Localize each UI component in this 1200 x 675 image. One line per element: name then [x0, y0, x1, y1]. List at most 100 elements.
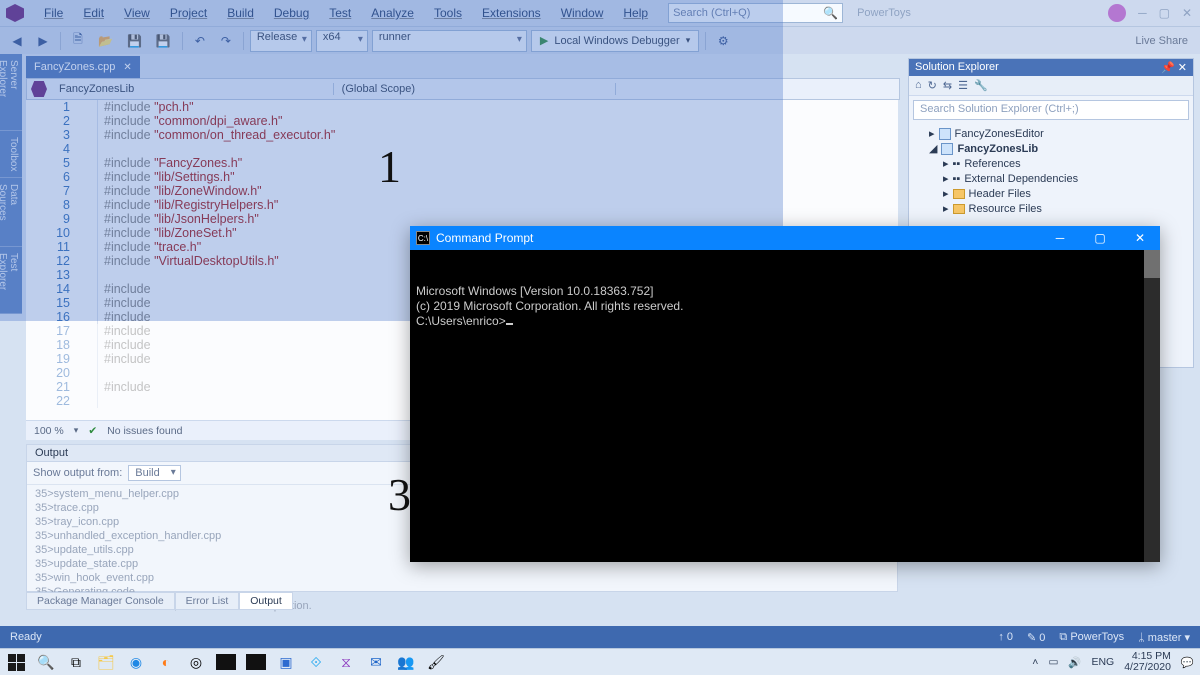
chrome-icon[interactable]: ◎	[186, 652, 206, 672]
toolbar-button[interactable]: ⚙	[712, 30, 734, 52]
menu-test[interactable]: Test	[319, 2, 361, 24]
firefox-icon[interactable]: ◐	[156, 652, 176, 672]
open-button[interactable]: 📂	[93, 30, 118, 52]
language-indicator[interactable]: ENG	[1091, 656, 1114, 668]
command-prompt-window[interactable]: C:\ Command Prompt ─ ▢ ✕ Microsoft Windo…	[410, 226, 1160, 562]
folder-icon	[953, 204, 965, 214]
project-scope-dropdown[interactable]: FancyZonesLib	[51, 83, 334, 95]
refresh-icon[interactable]: ↻	[928, 79, 937, 92]
status-down[interactable]: ✎ 0	[1027, 631, 1045, 644]
vs-status-bar: Ready ↑ 0 ✎ 0 ⧉ PowerToys ᛦ master ▾	[0, 626, 1200, 648]
live-share-button[interactable]: Live Share	[1129, 35, 1194, 47]
window-maximize-icon[interactable]: ▢	[1159, 6, 1170, 20]
menu-analyze[interactable]: Analyze	[361, 2, 424, 24]
save-button[interactable]: 💾	[122, 30, 147, 52]
status-repo[interactable]: ⧉ PowerToys	[1059, 631, 1124, 644]
clock[interactable]: 4:15 PM 4/27/2020	[1124, 651, 1171, 673]
redo-button[interactable]: ↷	[215, 30, 237, 52]
terminal-icon[interactable]	[216, 652, 236, 672]
collapse-icon[interactable]: ⇆	[943, 79, 952, 92]
undo-button[interactable]: ↶	[189, 30, 211, 52]
data-sources-tab[interactable]: Data Sources	[0, 178, 22, 247]
class-icon	[31, 81, 47, 97]
close-icon[interactable]: ✕	[1178, 62, 1187, 74]
zoom-level[interactable]: 100 %	[34, 425, 64, 437]
cmd-titlebar[interactable]: C:\ Command Prompt ─ ▢ ✕	[410, 226, 1160, 250]
save-all-button[interactable]: 💾	[151, 30, 176, 52]
toolbar: ◀ ▶ 🗎 📂 💾 💾 ↶ ↷ Release x64 runner ▶ Loc…	[0, 26, 1200, 54]
menu-file[interactable]: File	[34, 2, 73, 24]
task-view-icon[interactable]: ⧉	[66, 652, 86, 672]
output-source-dropdown[interactable]: Build	[128, 465, 180, 481]
menu-tools[interactable]: Tools	[424, 2, 472, 24]
home-icon[interactable]: ⌂	[915, 79, 922, 92]
check-icon: ✔	[88, 425, 97, 437]
quick-search-input[interactable]: Search (Ctrl+Q) 🔍	[668, 3, 843, 23]
menubar: File Edit View Project Build Debug Test …	[0, 0, 1200, 26]
bottom-pane-tabs: Package Manager Console Error List Outpu…	[26, 592, 293, 610]
cmd-scrollbar[interactable]	[1144, 250, 1160, 562]
document-tab-active[interactable]: FancyZones.cpp ✕	[26, 56, 140, 78]
volume-icon[interactable]: 🔊	[1068, 656, 1081, 669]
menu-view[interactable]: View	[114, 2, 160, 24]
menu-project[interactable]: Project	[160, 2, 217, 24]
platform-dropdown[interactable]: x64	[316, 30, 368, 52]
properties-icon[interactable]: 🔧	[974, 79, 988, 92]
sln-tree[interactable]: ▸FancyZonesEditor ◢FancyZonesLib ▸▪▪Refe…	[909, 124, 1193, 218]
menu-edit[interactable]: Edit	[73, 2, 114, 24]
window-minimize-icon[interactable]: ─	[1138, 6, 1147, 20]
battery-icon[interactable]: ▭	[1048, 656, 1058, 668]
tray-chevron-icon[interactable]: ˄	[1032, 656, 1038, 668]
vs-logo-icon	[6, 4, 24, 22]
show-all-icon[interactable]: ☰	[958, 79, 968, 92]
solution-name: PowerToys	[857, 7, 911, 19]
powershell-icon[interactable]: ▣	[276, 652, 296, 672]
toolbox-tab[interactable]: Toolbox	[0, 131, 22, 178]
tab-output[interactable]: Output	[239, 592, 293, 610]
new-project-button[interactable]: 🗎	[67, 30, 89, 52]
search-icon: 🔍	[823, 6, 838, 20]
cmd-body[interactable]: Microsoft Windows [Version 10.0.18363.75…	[410, 250, 1160, 562]
sln-search-input[interactable]: Search Solution Explorer (Ctrl+;)	[913, 100, 1189, 120]
window-close-icon[interactable]: ✕	[1182, 6, 1192, 20]
navigation-scope-bar: FancyZonesLib (Global Scope)	[26, 78, 900, 100]
menu-build[interactable]: Build	[217, 2, 264, 24]
back-button[interactable]: ◀	[6, 30, 28, 52]
app-icon[interactable]: 🖌	[426, 652, 446, 672]
cmd-close-button[interactable]: ✕	[1120, 226, 1160, 250]
menu-window[interactable]: Window	[551, 2, 614, 24]
menu-debug[interactable]: Debug	[264, 2, 319, 24]
global-scope-dropdown[interactable]: (Global Scope)	[334, 83, 617, 95]
visual-studio-icon[interactable]: ⧖	[336, 652, 356, 672]
cmd-maximize-button[interactable]: ▢	[1080, 226, 1120, 250]
tab-error-list[interactable]: Error List	[175, 592, 240, 610]
test-explorer-tab[interactable]: Test Explorer	[0, 247, 22, 314]
cmd-title-text: Command Prompt	[436, 231, 533, 245]
status-branch[interactable]: ᛦ master ▾	[1138, 631, 1190, 644]
tab-close-icon[interactable]: ✕	[123, 62, 131, 73]
config-dropdown[interactable]: Release	[250, 30, 312, 52]
pin-icon[interactable]: 📌	[1161, 62, 1175, 74]
menu-help[interactable]: Help	[613, 2, 658, 24]
edge-icon[interactable]: ◉	[126, 652, 146, 672]
teams-icon[interactable]: 👥	[396, 652, 416, 672]
outlook-icon[interactable]: ✉	[366, 652, 386, 672]
search-icon[interactable]: 🔍	[36, 652, 56, 672]
chevron-down-icon: ▾	[686, 35, 691, 46]
start-button[interactable]	[6, 652, 26, 672]
status-ready: Ready	[10, 631, 42, 643]
startup-project-dropdown[interactable]: runner	[372, 30, 527, 52]
status-up[interactable]: ↑ 0	[998, 631, 1013, 644]
cmd-minimize-button[interactable]: ─	[1040, 226, 1080, 250]
start-debugging-button[interactable]: ▶ Local Windows Debugger ▾	[531, 30, 699, 52]
menu-extensions[interactable]: Extensions	[472, 2, 551, 24]
explorer-icon[interactable]: 🗂	[96, 652, 116, 672]
document-tabs: FancyZones.cpp ✕	[26, 56, 140, 78]
notifications-icon[interactable]: 💬	[1181, 656, 1194, 669]
tab-package-manager[interactable]: Package Manager Console	[26, 592, 175, 610]
terminal2-icon[interactable]	[246, 652, 266, 672]
forward-button[interactable]: ▶	[32, 30, 54, 52]
user-avatar-icon[interactable]	[1108, 4, 1126, 22]
vscode-icon[interactable]: ⟐	[306, 652, 326, 672]
server-explorer-tab[interactable]: Server Explorer	[0, 54, 22, 131]
